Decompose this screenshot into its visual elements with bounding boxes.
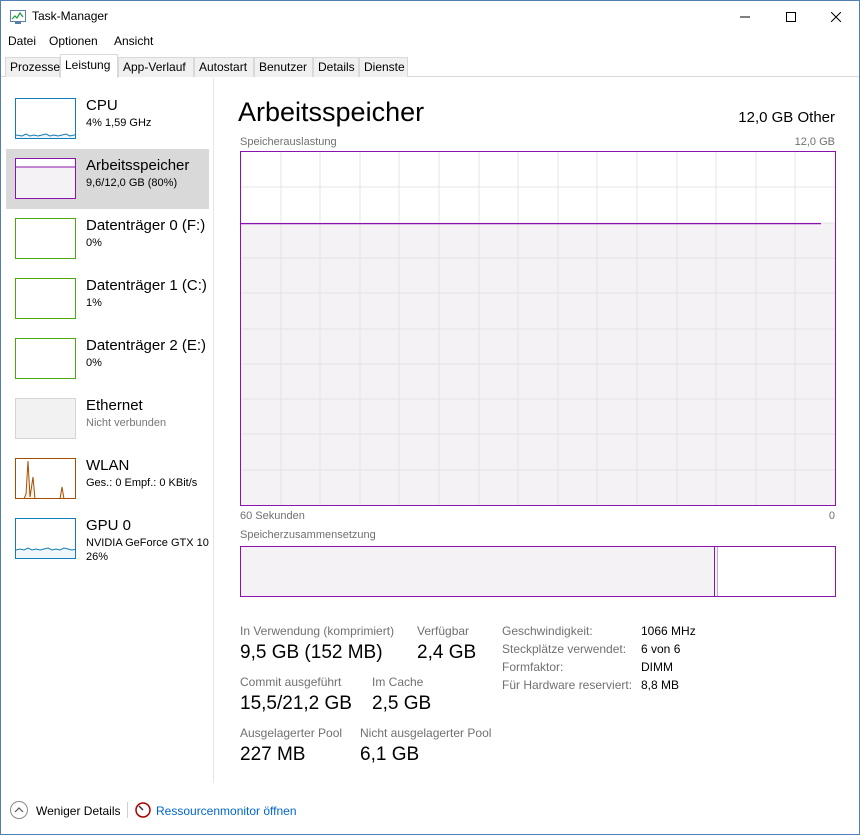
stat-label-paged-pool: Ausgelagerter Pool bbox=[240, 726, 343, 740]
window-title: Task-Manager bbox=[32, 9, 109, 23]
minimize-button[interactable] bbox=[722, 1, 768, 32]
detail-key-speed: Geschwindigkeit: bbox=[502, 624, 593, 638]
minimize-icon bbox=[740, 16, 750, 17]
sidebar-item-title: Ethernet bbox=[86, 397, 143, 414]
sidebar-item-usage: 26% bbox=[86, 551, 109, 563]
sidebar-item-title: CPU bbox=[86, 97, 118, 114]
fewer-details-link[interactable]: Weniger Details bbox=[36, 804, 120, 818]
sidebar-item-arbeitsspeicher[interactable]: Arbeitsspeicher 9,6/12,0 GB (80%) bbox=[6, 149, 209, 209]
performance-sidebar: CPU 4% 1,59 GHz Arbeitsspeicher 9,6/12,0… bbox=[1, 78, 214, 783]
sidebar-item-subtitle: 0% bbox=[86, 357, 102, 369]
sidebar-item-wlan[interactable]: WLAN Ges.: 0 Empf.: 0 KBit/s bbox=[6, 449, 209, 509]
sidebar-item-title: Datenträger 2 (E:) bbox=[86, 337, 207, 354]
resource-monitor-icon bbox=[135, 802, 151, 818]
close-button[interactable] bbox=[813, 1, 859, 32]
memory-thumbnail-graph bbox=[15, 158, 76, 199]
sidebar-item-subtitle: Nicht verbunden bbox=[86, 417, 167, 429]
stat-label-in-use: In Verwendung (komprimiert) bbox=[240, 624, 395, 638]
memory-composition-bar bbox=[240, 546, 836, 597]
title-bar: Task-Manager bbox=[1, 1, 859, 32]
memory-total: 12,0 GB Other bbox=[738, 109, 835, 126]
tab-leistung[interactable]: Leistung bbox=[60, 54, 118, 78]
sidebar-item-subtitle: 9,6/12,0 GB (80%) bbox=[86, 177, 178, 189]
tab-prozesse[interactable]: Prozesse bbox=[5, 57, 60, 77]
close-icon bbox=[831, 11, 841, 22]
tab-dienste[interactable]: Dienste bbox=[359, 57, 408, 77]
stat-label-nonpaged-pool: Nicht ausgelagerter Pool bbox=[360, 726, 492, 740]
tab-benutzer[interactable]: Benutzer bbox=[254, 57, 313, 77]
task-manager-icon bbox=[10, 10, 26, 24]
chevron-up-icon[interactable] bbox=[10, 801, 28, 819]
menu-datei[interactable]: Datei bbox=[8, 34, 36, 48]
stat-label-cache: Im Cache bbox=[372, 675, 424, 689]
tab-autostart[interactable]: Autostart bbox=[194, 57, 254, 77]
sidebar-item-ethernet[interactable]: Ethernet Nicht verbunden bbox=[6, 389, 209, 449]
page-title: Arbeitsspeicher bbox=[238, 97, 425, 127]
sidebar-item-title: Datenträger 1 (C:) bbox=[86, 277, 207, 294]
memory-usage-graph bbox=[240, 151, 836, 506]
sidebar-item-cpu[interactable]: CPU 4% 1,59 GHz bbox=[6, 89, 209, 149]
detail-key-form-factor: Formfaktor: bbox=[502, 660, 564, 674]
menu-bar: Datei Optionen Ansicht bbox=[1, 32, 859, 52]
wlan-thumbnail-graph bbox=[15, 458, 76, 499]
cpu-thumbnail-graph bbox=[15, 98, 76, 139]
sidebar-item-gpu-0[interactable]: GPU 0 NVIDIA GeForce GTX 10 26% bbox=[6, 509, 209, 579]
detail-key-slots: Steckplätze verwendet: bbox=[502, 642, 627, 656]
graph-max-label: 12,0 GB bbox=[794, 136, 835, 148]
maximize-button[interactable] bbox=[768, 1, 814, 32]
sidebar-item-title: Datenträger 0 (F:) bbox=[86, 217, 206, 234]
detail-key-hw-reserved: Für Hardware reserviert: bbox=[502, 678, 633, 692]
menu-optionen[interactable]: Optionen bbox=[49, 34, 98, 48]
sidebar-item-datentraeger-2[interactable]: Datenträger 2 (E:) 0% bbox=[6, 329, 209, 389]
tab-app-verlauf[interactable]: App-Verlauf bbox=[118, 57, 194, 77]
composition-in-use bbox=[241, 547, 715, 596]
task-manager-window: Task-Manager Datei Optionen Ansicht Proz… bbox=[0, 0, 860, 835]
stat-label-commit: Commit ausgeführt bbox=[240, 675, 342, 689]
stat-value-available: 2,4 GB bbox=[417, 642, 477, 663]
sidebar-item-title: Arbeitsspeicher bbox=[86, 157, 190, 174]
disk0-thumbnail-graph bbox=[15, 218, 76, 259]
detail-value-slots: 6 von 6 bbox=[641, 642, 681, 656]
sidebar-item-title: WLAN bbox=[86, 457, 130, 474]
stat-value-commit: 15,5/21,2 GB bbox=[240, 693, 352, 714]
tab-bar: Prozesse Leistung App-Verlauf Autostart … bbox=[1, 54, 859, 78]
sidebar-item-datentraeger-1[interactable]: Datenträger 1 (C:) 1% bbox=[6, 269, 209, 329]
sidebar-item-title: GPU 0 bbox=[86, 517, 132, 534]
sidebar-item-datentraeger-0[interactable]: Datenträger 0 (F:) 0% bbox=[6, 209, 209, 269]
detail-value-speed: 1066 MHz bbox=[641, 624, 696, 638]
sidebar-item-subtitle: NVIDIA GeForce GTX 10 bbox=[86, 537, 209, 549]
footer: Weniger Details Ressourcenmonitor öffnen bbox=[1, 796, 859, 826]
stat-value-cache: 2,5 GB bbox=[372, 693, 432, 714]
sidebar-item-subtitle: 4% 1,59 GHz bbox=[86, 117, 152, 129]
graph-time-left-label: 60 Sekunden bbox=[240, 510, 305, 522]
composition-modified bbox=[716, 547, 718, 596]
stat-value-nonpaged-pool: 6,1 GB bbox=[360, 744, 420, 765]
stat-label-available: Verfügbar bbox=[417, 624, 470, 638]
gpu-thumbnail-graph bbox=[15, 518, 76, 559]
maximize-icon bbox=[786, 11, 796, 22]
footer-divider bbox=[127, 802, 128, 818]
graph-label: Speicherauslastung bbox=[240, 136, 337, 148]
composition-label: Speicherzusammensetzung bbox=[240, 529, 376, 541]
disk2-thumbnail-graph bbox=[15, 338, 76, 379]
sidebar-item-subtitle: 0% bbox=[86, 237, 102, 249]
sidebar-item-subtitle: 1% bbox=[86, 297, 102, 309]
stat-value-in-use: 9,5 GB (152 MB) bbox=[240, 642, 383, 663]
detail-value-hw-reserved: 8,8 MB bbox=[641, 678, 680, 692]
ethernet-thumbnail-graph bbox=[15, 398, 76, 439]
sidebar-item-subtitle: Ges.: 0 Empf.: 0 KBit/s bbox=[86, 477, 198, 489]
resource-monitor-link[interactable]: Ressourcenmonitor öffnen bbox=[156, 804, 297, 818]
detail-value-form-factor: DIMM bbox=[641, 660, 673, 674]
disk1-thumbnail-graph bbox=[15, 278, 76, 319]
stat-value-paged-pool: 227 MB bbox=[240, 744, 306, 765]
tab-details[interactable]: Details bbox=[313, 57, 359, 77]
menu-ansicht[interactable]: Ansicht bbox=[114, 34, 153, 48]
graph-time-right-label: 0 bbox=[828, 510, 835, 522]
